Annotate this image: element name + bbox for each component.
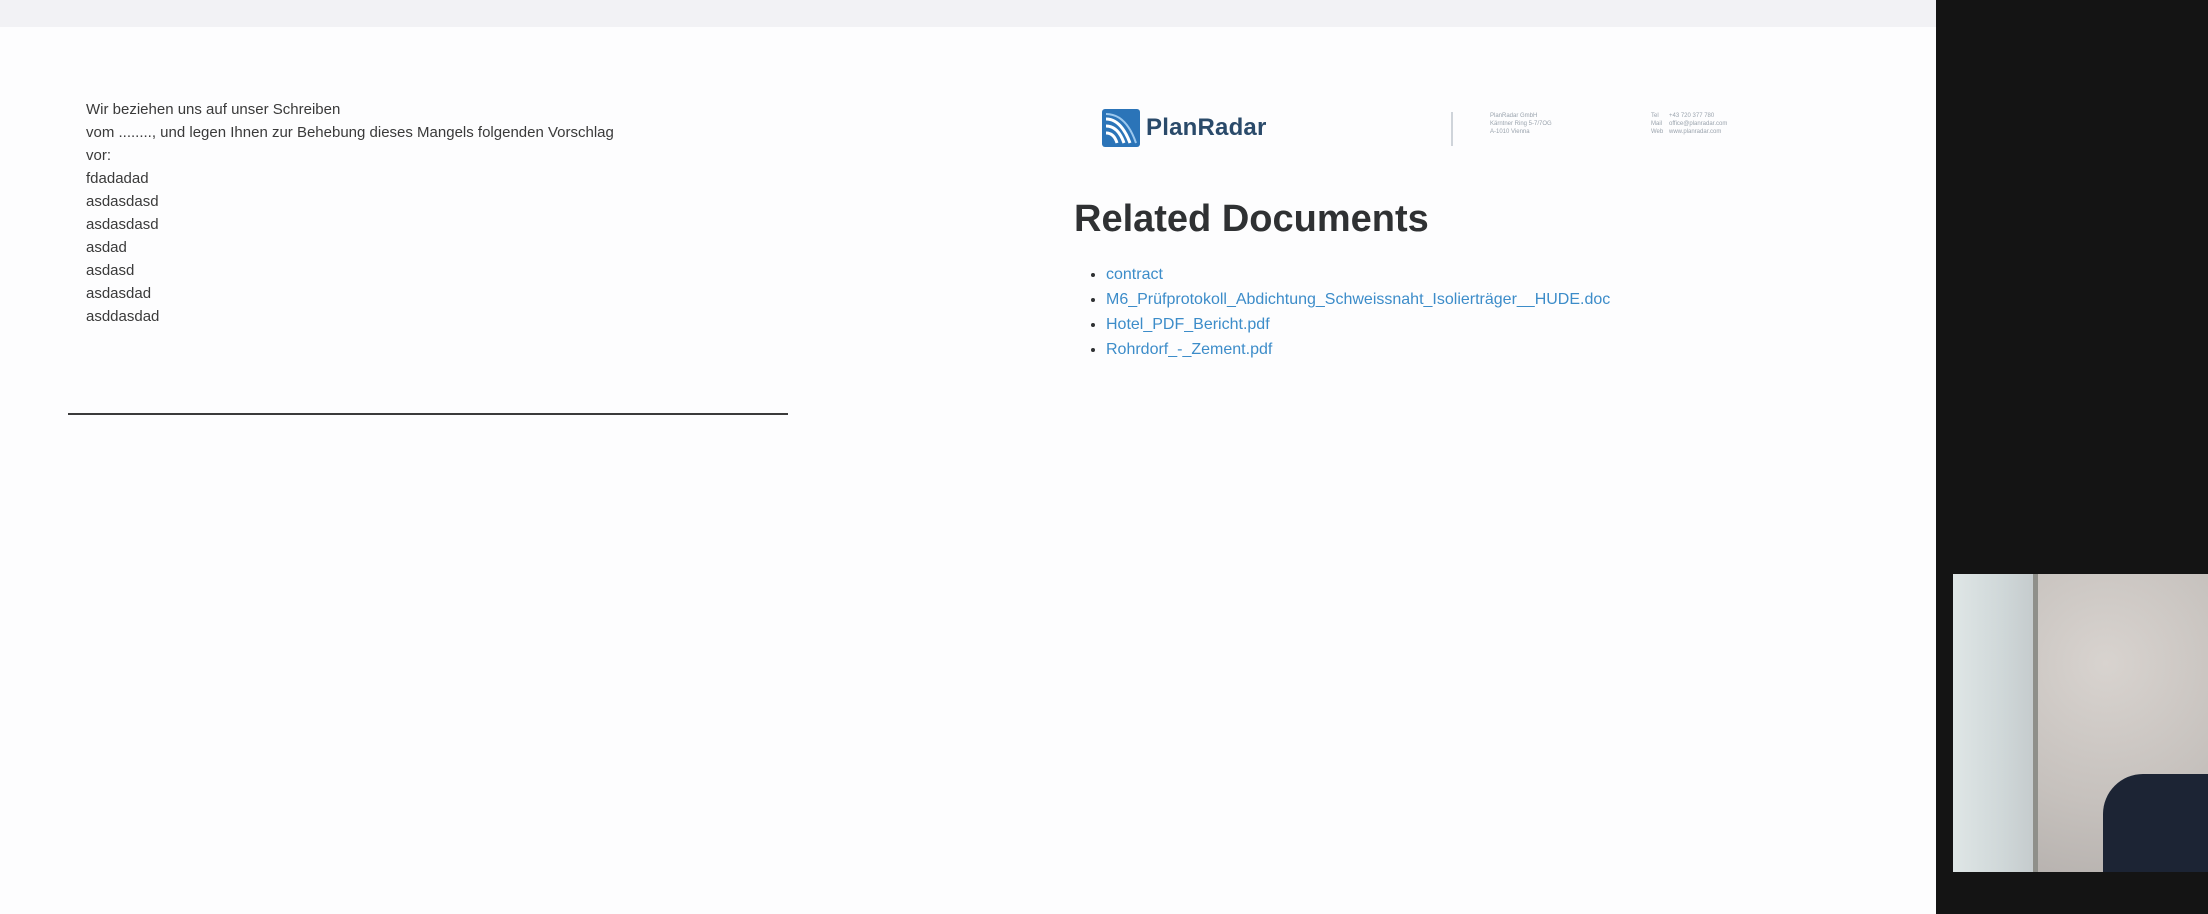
- letter-line: asdasdasd: [86, 193, 159, 210]
- company-contact: Tel +43 720 377 780 Mail office@planrada…: [1651, 112, 1727, 136]
- planradar-logo-icon: [1102, 109, 1140, 147]
- letter-line: fdadadad: [86, 170, 149, 187]
- related-documents-list: contract M6_Prüfprotokoll_Abdichtung_Sch…: [1082, 262, 1610, 362]
- related-document-link[interactable]: contract: [1106, 266, 1163, 283]
- letter-line: asdasd: [86, 262, 135, 279]
- webcam-thumbnail[interactable]: [1953, 574, 2208, 872]
- contact-label: Web: [1651, 129, 1664, 135]
- contact-value: +43 720 377 780: [1669, 113, 1715, 119]
- letter-line: asdad: [86, 239, 127, 256]
- address-line: A-1010 Vienna: [1490, 129, 1530, 135]
- related-document-item: Hotel_PDF_Bericht.pdf: [1106, 312, 1610, 337]
- header-divider: [1451, 112, 1453, 146]
- letter-line: Wir beziehen uns auf unser Schreiben: [86, 101, 341, 118]
- contact-value: www.planradar.com: [1669, 129, 1722, 135]
- contact-value: office@planradar.com: [1669, 121, 1728, 127]
- letter-line: vom ........, und legen Ihnen zur Behebu…: [86, 124, 614, 141]
- letter-line: asddasdad: [86, 308, 160, 325]
- letter-line: asdasdad: [86, 285, 152, 302]
- related-document-item: Rohrdorf_-_Zement.pdf: [1106, 337, 1610, 362]
- letter-line: vor:: [86, 147, 112, 164]
- related-document-link[interactable]: Hotel_PDF_Bericht.pdf: [1106, 316, 1270, 333]
- letter-line: asdasdasd: [86, 216, 159, 233]
- planradar-logo: PlanRadar: [1102, 108, 1267, 148]
- related-document-item: M6_Prüfprotokoll_Abdichtung_Schweissnaht…: [1106, 287, 1610, 312]
- related-document-link[interactable]: Rohrdorf_-_Zement.pdf: [1106, 341, 1272, 358]
- contact-row: Tel +43 720 377 780: [1651, 112, 1727, 120]
- contact-label: Mail: [1651, 121, 1663, 127]
- logo-text: PlanRadar: [1146, 114, 1267, 141]
- webcam-curtain: [1953, 574, 2037, 872]
- address-line: PlanRadar GmbH: [1490, 113, 1538, 119]
- viewer-top-bar: [0, 0, 1936, 27]
- address-line: Kärntner Ring 5-7/7OG: [1490, 121, 1552, 127]
- webcam-person: [2103, 774, 2208, 872]
- related-document-link[interactable]: M6_Prüfprotokoll_Abdichtung_Schweissnaht…: [1106, 291, 1610, 308]
- letter-body: Wir beziehen uns auf unser Schreiben vom…: [86, 98, 726, 328]
- related-document-item: contract: [1106, 262, 1610, 287]
- contact-row: Web www.planradar.com: [1651, 128, 1727, 136]
- contact-row: Mail office@planradar.com: [1651, 120, 1727, 128]
- signature-line: [68, 413, 788, 415]
- contact-label: Tel: [1651, 113, 1659, 119]
- related-documents-title: Related Documents: [1074, 198, 1429, 240]
- company-address: PlanRadar GmbH Kärntner Ring 5-7/7OG A-1…: [1490, 112, 1552, 136]
